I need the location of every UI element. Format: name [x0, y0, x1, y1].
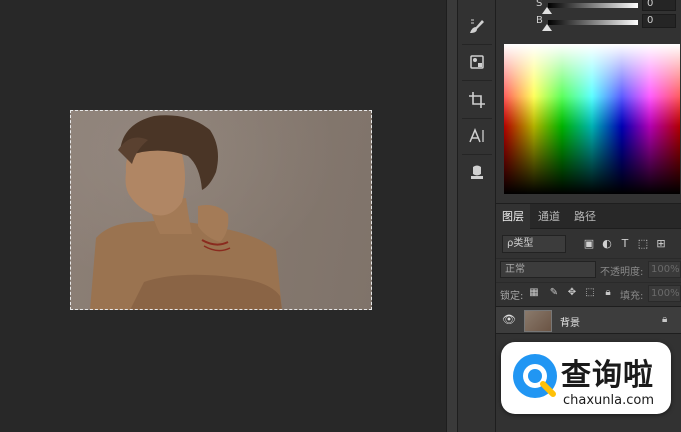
type-filter-icon[interactable]: T — [618, 237, 632, 251]
fill-label: 填充: — [620, 291, 644, 302]
blend-mode-select[interactable]: 正常 — [500, 261, 596, 278]
tool-separator — [462, 118, 492, 119]
saturation-value-field[interactable]: 0 — [642, 0, 676, 11]
tool-separator — [462, 154, 492, 155]
document-image[interactable] — [70, 110, 372, 310]
tool-strip — [458, 0, 496, 432]
tab-layers[interactable]: 图层 — [496, 204, 530, 230]
tool-separator — [462, 80, 492, 81]
text-tool-icon[interactable] — [462, 122, 492, 150]
tool-separator — [462, 44, 492, 45]
portrait-figure — [90, 115, 282, 310]
layers-tabs-bar: 图层 通道 路径 — [496, 203, 681, 230]
layer-thumbnail — [524, 310, 552, 332]
canvas-area[interactable] — [0, 0, 446, 432]
opacity-field[interactable]: 100% — [648, 261, 681, 278]
layer-name[interactable]: 背景 — [560, 314, 580, 329]
panel-divider[interactable] — [446, 0, 458, 432]
watermark-title: 查询啦 — [561, 358, 654, 393]
shape-filter-icon[interactable]: ⬚ — [636, 237, 650, 251]
saturation-slider[interactable] — [548, 3, 638, 8]
stamp-tool-icon[interactable] — [462, 158, 492, 186]
adjustment-filter-icon[interactable]: ◐ — [600, 237, 614, 251]
brightness-value-field[interactable]: 0 — [642, 14, 676, 28]
layer-kind-filter[interactable]: ρ类型 — [502, 235, 566, 253]
lock-fill-row: 锁定: ▦ ✎ ✥ ⬚ 🔒︎ 填充: 100% — [496, 282, 681, 304]
lock-label: 锁定: — [500, 291, 524, 302]
watermark-url: chaxunla.com — [563, 393, 654, 408]
layer-row-background[interactable]: 👁︎ 背景 🔒︎ — [496, 306, 681, 334]
lock-artboard-icon[interactable]: ⬚ — [584, 287, 596, 299]
tab-paths[interactable]: 路径 — [568, 204, 602, 230]
brightness-slider-row: B 0 — [496, 14, 681, 31]
blend-opacity-row: 正常 不透明度: 100% — [496, 258, 681, 280]
crop-tool-icon[interactable] — [462, 86, 492, 114]
watermark-logo-icon — [513, 354, 557, 398]
lock-position-icon[interactable]: ✥ — [566, 287, 578, 299]
brightness-slider[interactable] — [548, 20, 638, 25]
color-spectrum[interactable] — [504, 44, 680, 194]
layer-filter-row: ρ类型 ▣ ◐ T ⬚ ⊞ — [496, 232, 681, 256]
smart-object-filter-icon[interactable]: ⊞ — [654, 237, 668, 251]
tab-channels[interactable]: 通道 — [532, 204, 566, 230]
fill-field[interactable]: 100% — [648, 285, 681, 302]
clone-tool-icon[interactable] — [462, 48, 492, 76]
lock-transparent-icon[interactable]: ▦ — [528, 287, 540, 299]
lock-image-icon[interactable]: ✎ — [548, 287, 560, 299]
visibility-eye-icon[interactable]: 👁︎ — [502, 314, 516, 326]
opacity-label: 不透明度: — [600, 267, 644, 278]
lock-all-icon[interactable]: 🔒︎ — [602, 287, 614, 299]
saturation-slider-thumb[interactable] — [542, 7, 552, 14]
brightness-slider-thumb[interactable] — [542, 24, 552, 31]
layer-lock-icon: 🔒︎ — [662, 314, 668, 325]
pixel-filter-icon[interactable]: ▣ — [582, 237, 596, 251]
watermark-badge: 查询啦 chaxunla.com — [501, 342, 671, 414]
saturation-slider-row: S 0 — [496, 0, 681, 14]
brush-tool-icon[interactable] — [462, 12, 492, 40]
